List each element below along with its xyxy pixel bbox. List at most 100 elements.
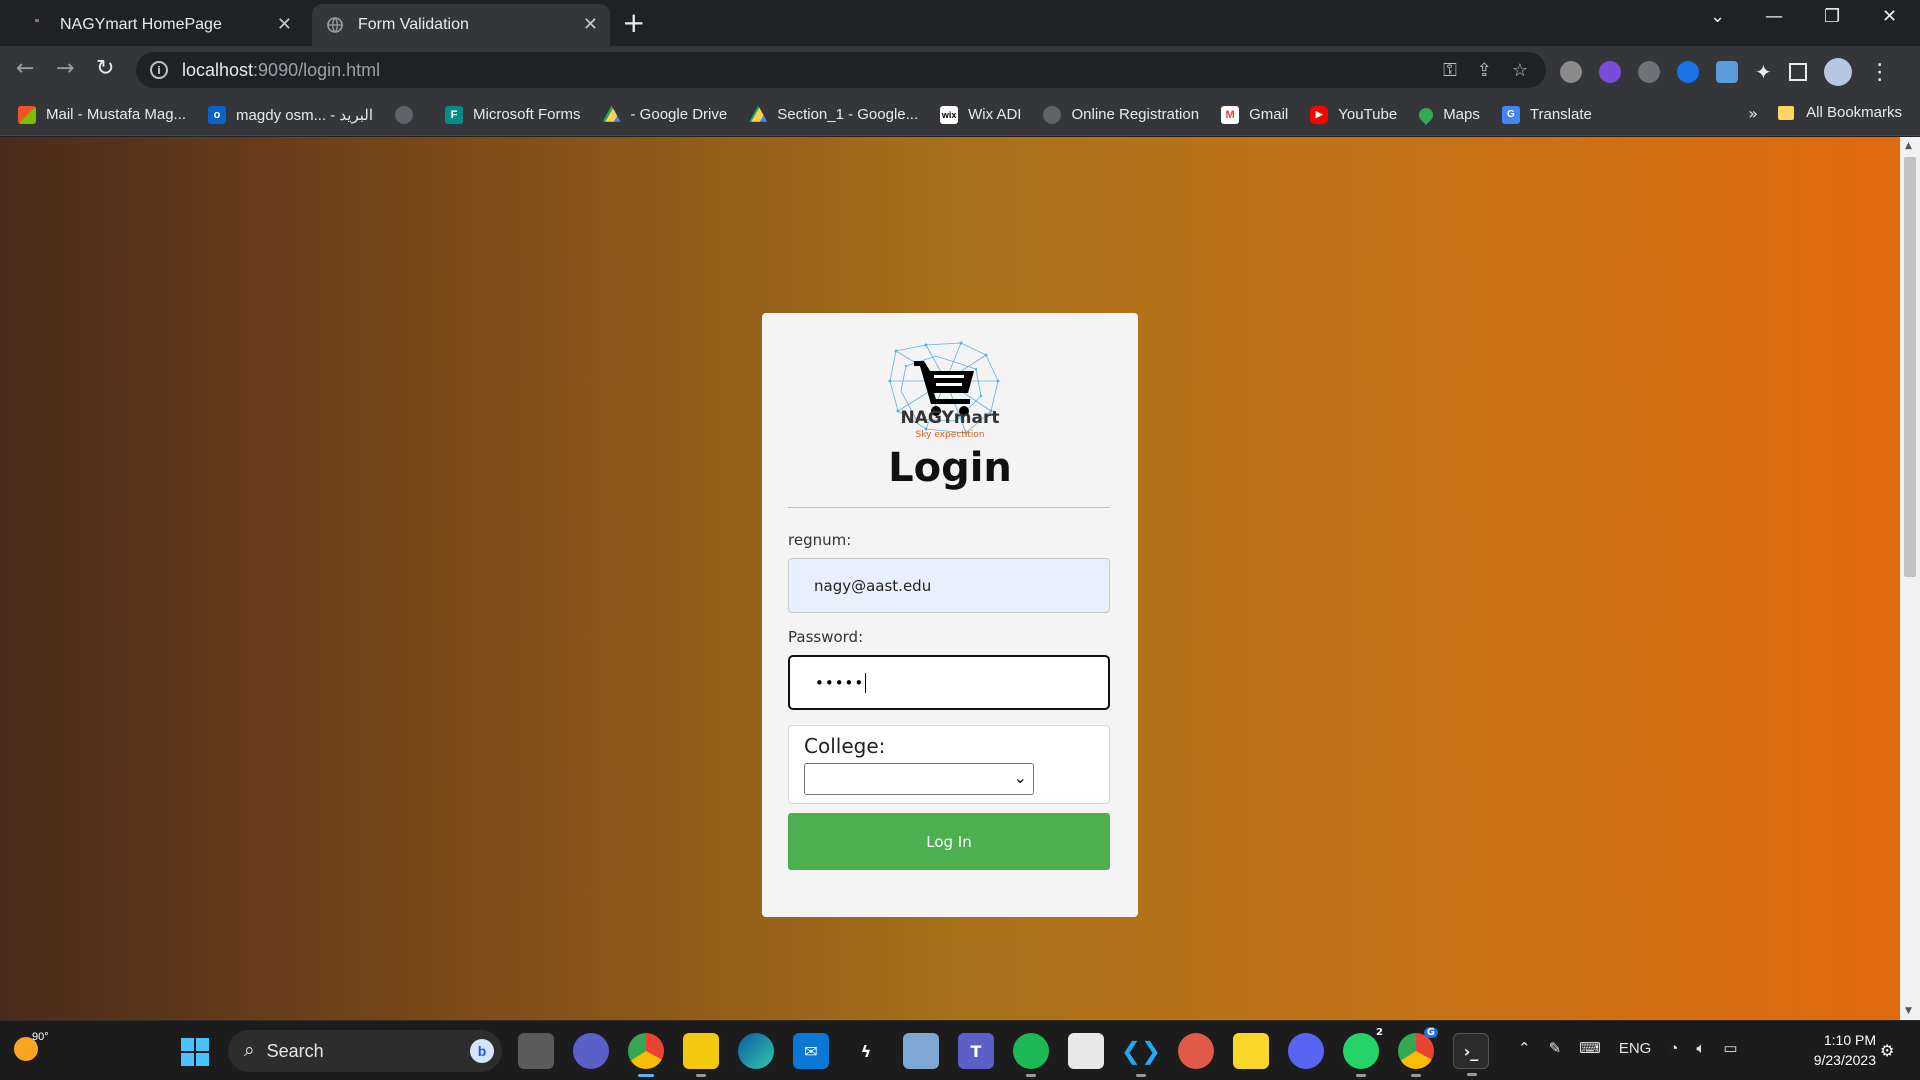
whatsapp-icon[interactable]: 2 — [1343, 1027, 1383, 1077]
bookmark-globe[interactable] — [395, 105, 423, 124]
extension-purple-icon[interactable] — [1599, 61, 1621, 83]
site-info-icon[interactable]: i — [150, 61, 168, 79]
password-input[interactable]: ••••• — [788, 655, 1110, 710]
search-icon: ⌕ — [244, 1040, 255, 1061]
bookmark-section-1[interactable]: Section_1 - Google... — [749, 105, 918, 124]
edge-icon[interactable] — [738, 1033, 774, 1069]
key-icon[interactable]: ⚿ — [1443, 60, 1457, 81]
chrome-profile-badge: G — [1423, 1027, 1438, 1038]
share-icon[interactable]: ⇪ — [1477, 60, 1492, 81]
extension-blue-icon[interactable] — [1677, 61, 1699, 83]
task-view-icon[interactable] — [518, 1033, 554, 1069]
side-panel-icon[interactable] — [1788, 63, 1807, 81]
address-bar[interactable]: i localhost:9090/login.html ⚿ ⇪ ☆ — [136, 52, 1546, 88]
page-scrollbar[interactable]: ▲ ▼ — [1900, 137, 1920, 1020]
tray-chevron-up-icon[interactable]: ⌃ — [1518, 1039, 1531, 1057]
scrollbar-thumb[interactable] — [1904, 157, 1916, 577]
regnum-input[interactable]: nagy@aast.edu — [788, 558, 1110, 613]
start-button[interactable] — [181, 1038, 209, 1066]
back-button[interactable]: ← — [16, 56, 34, 81]
mail-icon[interactable]: ✉ — [793, 1033, 829, 1069]
restore-button[interactable]: ❐ — [1824, 6, 1840, 27]
browser-toolbar: ← → ↻ i localhost:9090/login.html ⚿ ⇪ ☆ … — [0, 46, 1920, 94]
login-button[interactable]: Log In — [788, 813, 1110, 870]
extension-cloud-icon[interactable] — [1560, 61, 1582, 83]
clock[interactable]: 1:10 PM 9/23/2023 — [1796, 1030, 1876, 1070]
tab-strip: NAGYmart HomePage ✕ Form Validation ✕ + … — [0, 0, 1920, 46]
whatsapp-badge: 2 — [1376, 1027, 1383, 1038]
star-icon[interactable]: ☆ — [1512, 60, 1528, 81]
page-viewport: NAGYmart Sky expectition Login regnum: n… — [0, 137, 1920, 1020]
chevron-down-icon: ⌄ — [1013, 768, 1027, 787]
bookmarks-overflow-chevron-icon[interactable]: » — [1748, 104, 1758, 123]
gmail-icon: M — [1221, 105, 1240, 124]
url-text: localhost:9090/login.html — [182, 59, 381, 80]
youtube-icon: ▶ — [1310, 105, 1329, 124]
weather-widget[interactable]: 90° — [14, 1031, 49, 1063]
login-card: NAGYmart Sky expectition Login regnum: n… — [762, 313, 1138, 917]
volume-icon[interactable]: 🔈︎ — [1696, 1040, 1705, 1057]
game-app-icon[interactable] — [1178, 1033, 1214, 1069]
photos-app-icon[interactable] — [903, 1033, 939, 1069]
bolt-app-icon[interactable]: ϟ — [848, 1033, 884, 1069]
bookmark-outlook[interactable]: o magdy osm... - البريد — [208, 105, 373, 124]
wifi-icon[interactable]: ◔ — [1669, 1040, 1678, 1057]
file-explorer-icon[interactable] — [683, 1033, 719, 1077]
discord-icon[interactable] — [1288, 1033, 1324, 1069]
bookmark-maps[interactable]: Maps — [1416, 104, 1480, 125]
spotify-icon[interactable] — [1013, 1033, 1049, 1077]
notification-bell-icon[interactable]: ⚙ — [1880, 1041, 1900, 1061]
tab-search-chevron-icon[interactable]: ⌄ — [1710, 6, 1725, 27]
pen-icon[interactable]: ✎ — [1549, 1039, 1562, 1057]
close-tab-icon[interactable]: ✕ — [583, 14, 598, 35]
taskbar-search[interactable]: ⌕ Search b — [228, 1030, 502, 1072]
vscode-icon[interactable]: ❮❯ — [1121, 1033, 1161, 1077]
weather-temp: 90° — [32, 1031, 49, 1043]
text-caret — [865, 672, 867, 693]
extension-globe-icon[interactable] — [1638, 61, 1660, 83]
bookmark-online-registration[interactable]: Online Registration — [1043, 105, 1199, 124]
globe-favicon-icon — [326, 16, 344, 34]
profile-avatar[interactable] — [1823, 58, 1852, 86]
bookmark-translate[interactable]: G Translate — [1501, 105, 1592, 124]
bookmark-youtube[interactable]: ▶ YouTube — [1310, 105, 1397, 124]
bookmark-google-drive[interactable]: - Google Drive — [602, 105, 727, 124]
reload-button[interactable]: ↻ — [96, 56, 114, 81]
close-window-button[interactable]: ✕ — [1882, 6, 1897, 27]
terminal-icon[interactable]: ›_ — [1453, 1033, 1489, 1076]
chrome-icon[interactable] — [628, 1033, 664, 1077]
bookmark-mail[interactable]: Mail - Mustafa Mag... — [18, 105, 186, 124]
forward-button[interactable]: → — [56, 56, 74, 81]
puzzle-extensions-icon[interactable]: ✦ — [1755, 60, 1772, 84]
new-tab-button[interactable]: + — [622, 6, 645, 39]
chrome-profile-icon[interactable]: G — [1398, 1027, 1438, 1077]
snipping-tool-icon[interactable] — [1068, 1033, 1104, 1069]
extension-translate-icon[interactable] — [1716, 61, 1738, 83]
teams-icon[interactable]: T — [958, 1033, 994, 1069]
page-title: Login — [888, 445, 1012, 491]
tab-form-validation[interactable]: Form Validation ✕ — [312, 4, 610, 46]
menu-kebab-icon[interactable]: ⋮ — [1869, 60, 1891, 85]
bookmarks-bar: Mail - Mustafa Mag... o magdy osm... - ال… — [0, 94, 1920, 136]
keyboard-icon[interactable]: ⌨ — [1579, 1039, 1601, 1057]
wix-icon: wix — [940, 105, 959, 124]
password-value: ••••• — [815, 673, 865, 692]
tab-nagymart-homepage[interactable]: NAGYmart HomePage ✕ — [14, 4, 304, 46]
battery-icon[interactable]: ▭ — [1723, 1039, 1737, 1057]
pinned-apps: ✉ ϟ T ❮❯ 2 G ›_ — [518, 1027, 1489, 1077]
bookmark-microsoft-forms[interactable]: F Microsoft Forms — [445, 105, 581, 124]
close-tab-icon[interactable]: ✕ — [277, 14, 292, 35]
scroll-down-arrow-icon[interactable]: ▼ — [1905, 1006, 1912, 1016]
bing-icon[interactable]: b — [470, 1039, 494, 1063]
all-bookmarks-button[interactable]: All Bookmarks — [1778, 104, 1902, 121]
password-label: Password: — [788, 628, 864, 646]
teams-chat-icon[interactable] — [573, 1033, 609, 1069]
bookmark-wix-adi[interactable]: wix Wix ADI — [940, 105, 1021, 124]
minimize-button[interactable]: — — [1765, 6, 1783, 27]
college-select[interactable]: ⌄ — [804, 763, 1034, 795]
sticky-notes-icon[interactable] — [1233, 1033, 1269, 1069]
divider — [788, 507, 1110, 508]
bookmark-gmail[interactable]: M Gmail — [1221, 105, 1288, 124]
language-indicator[interactable]: ENG — [1619, 1040, 1652, 1057]
scroll-up-arrow-icon[interactable]: ▲ — [1905, 141, 1912, 151]
